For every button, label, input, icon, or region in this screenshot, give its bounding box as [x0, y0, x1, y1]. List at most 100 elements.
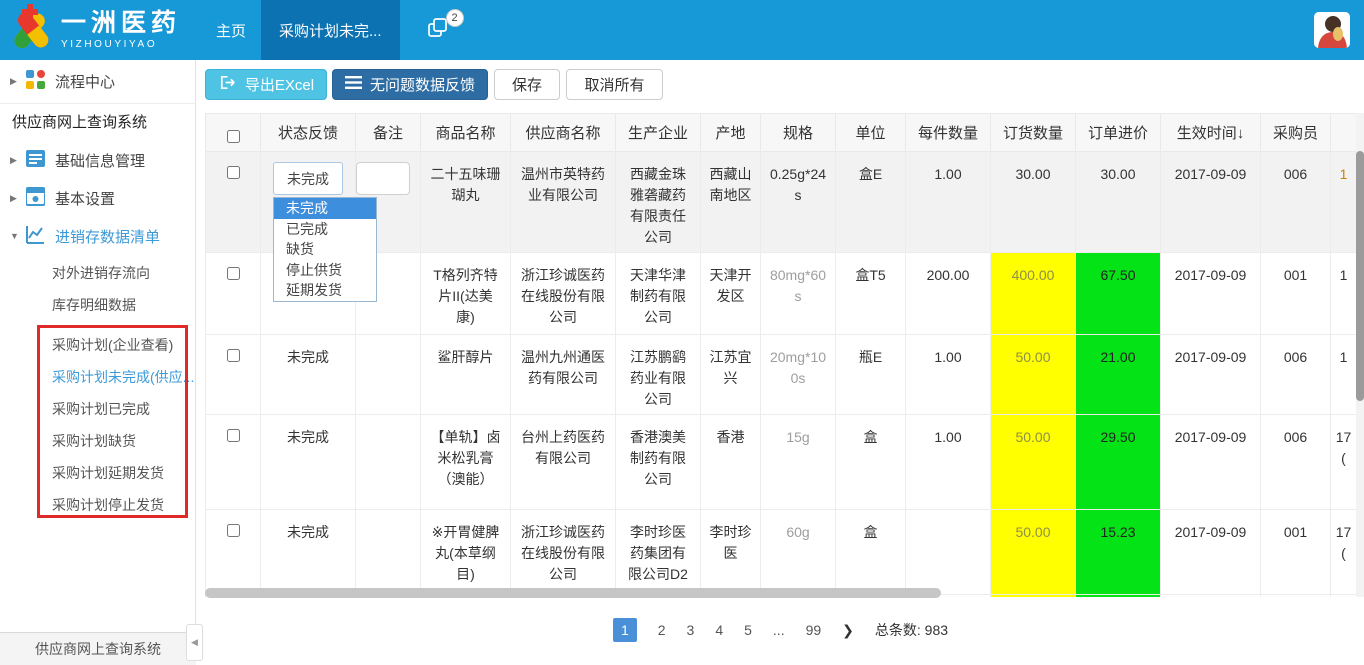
- page-button[interactable]: 1: [613, 618, 637, 642]
- row-checkbox[interactable]: [227, 524, 240, 537]
- cell-spec: 15g: [761, 415, 836, 510]
- sidebar-subitem[interactable]: 采购计划延期发货: [0, 457, 195, 489]
- export-icon: [218, 73, 237, 96]
- cell-per-qty: 1.00: [906, 415, 991, 510]
- column-header[interactable]: 订单进价: [1076, 114, 1161, 152]
- sidebar-subitem[interactable]: 采购计划未完成(供应...: [0, 361, 195, 393]
- sidebar-item-basic-info[interactable]: ▶ 基础信息管理: [0, 140, 195, 180]
- remark-input[interactable]: [356, 162, 410, 195]
- cell-order-price: 15.23: [1076, 510, 1161, 595]
- column-header[interactable]: 状态反馈: [261, 114, 356, 152]
- cell-order-qty: 30.00: [991, 152, 1076, 253]
- status-dropdown-option[interactable]: 停止供货: [274, 260, 376, 281]
- cell-product-name: 鲨肝醇片: [421, 335, 511, 415]
- sidebar-subitem[interactable]: 库存明细数据: [0, 289, 195, 321]
- windows-count-badge: 2: [446, 9, 464, 27]
- cell-unit: 盒: [836, 510, 906, 595]
- status-dropdown-option[interactable]: 延期发货: [274, 280, 376, 301]
- column-header[interactable]: 备注: [356, 114, 421, 152]
- sidebar-subitem[interactable]: 对外进销存流向: [0, 257, 195, 289]
- cell-buyer: 006: [1261, 335, 1331, 415]
- row-checkbox[interactable]: [227, 349, 240, 362]
- cell-buyer: 001: [1261, 595, 1331, 598]
- cell-status-feedback: 未完成: [261, 510, 356, 595]
- cell-spec: 80mg*60s: [761, 253, 836, 335]
- cell-manufacturer: 江苏鹏鹞药业有限公司: [616, 335, 701, 415]
- status-dropdown-option[interactable]: 未完成: [274, 198, 376, 219]
- sidebar-subitem[interactable]: 采购计划缺货: [0, 425, 195, 457]
- cell-manufacturer: 香港澳美制药有限公司: [616, 415, 701, 510]
- chevron-right-icon: ▶: [10, 193, 26, 204]
- column-header[interactable]: 生产企业: [616, 114, 701, 152]
- page-button[interactable]: 3: [687, 622, 695, 638]
- column-header[interactable]: 订货数量: [991, 114, 1076, 152]
- sidebar-subitem[interactable]: 采购计划(企业查看): [0, 329, 195, 361]
- top-bar: 一洲医药 YIZHOUYIYAO 主页 采购计划未完... 2: [0, 0, 1364, 60]
- page-button[interactable]: 2: [658, 622, 666, 638]
- colored-grid-icon: [26, 70, 45, 93]
- sidebar-item-label: 基础信息管理: [55, 150, 145, 171]
- sidebar-footer: 供应商网上查询系统: [0, 632, 196, 665]
- column-header[interactable]: 商品名称: [421, 114, 511, 152]
- save-button[interactable]: 保存: [494, 69, 560, 100]
- column-header[interactable]: 每件数量: [906, 114, 991, 152]
- next-page-button[interactable]: ❯: [842, 622, 854, 639]
- select-all-checkbox[interactable]: [227, 130, 240, 143]
- header-checkbox-cell: [206, 114, 261, 152]
- page-button[interactable]: 5: [744, 622, 752, 638]
- cell-order-price: 20.40: [1076, 595, 1161, 598]
- column-header[interactable]: 单位: [836, 114, 906, 152]
- cell-extra-cut: 17 (: [1331, 415, 1357, 510]
- cell-per-qty: 200.00: [906, 253, 991, 335]
- brand-title: 一洲医药: [61, 11, 181, 36]
- brand-subtitle: YIZHOUYIYAO: [61, 39, 181, 50]
- column-header[interactable]: 生效时间↓: [1161, 114, 1261, 152]
- sidebar-item-inventory-data-list[interactable]: ▼ 进销存数据清单: [0, 216, 195, 256]
- status-feedback-select[interactable]: 未完成: [273, 162, 343, 195]
- column-header[interactable]: 供应商名称: [511, 114, 616, 152]
- cell-status-feedback: 未完成: [261, 335, 356, 415]
- sidebar-subitem[interactable]: 采购计划停止发货: [0, 489, 195, 521]
- cell-effective-date: 2017-09-09: [1161, 152, 1261, 253]
- sidebar-item-basic-settings[interactable]: ▶ 基本设置: [0, 178, 195, 218]
- cell-origin: 李时珍医: [701, 510, 761, 595]
- status-dropdown-option[interactable]: 缺货: [274, 239, 376, 260]
- row-checkbox[interactable]: [227, 429, 240, 442]
- open-windows-button[interactable]: 2: [400, 0, 476, 60]
- no-issue-feedback-button[interactable]: 无问题数据反馈: [332, 69, 488, 100]
- status-dropdown-option[interactable]: 已完成: [274, 219, 376, 240]
- row-checkbox[interactable]: [227, 166, 240, 179]
- column-header[interactable]: 产地: [701, 114, 761, 152]
- page-button[interactable]: 4: [715, 622, 723, 638]
- export-excel-button[interactable]: 导出EXcel: [205, 69, 327, 100]
- page-button[interactable]: 99: [806, 622, 822, 638]
- user-avatar[interactable]: [1314, 12, 1350, 48]
- row-checkbox-cell: [206, 510, 261, 595]
- horizontal-scrollbar-thumb[interactable]: [205, 588, 941, 598]
- cancel-all-button[interactable]: 取消所有: [566, 69, 663, 100]
- brand-logo: 一洲医药 YIZHOUYIYAO: [0, 0, 196, 60]
- sidebar-submenu: 对外进销存流向库存明细数据采购计划(企业查看)采购计划未完成(供应...采购计划…: [0, 257, 195, 521]
- sidebar-item-process-center[interactable]: ▶ 流程中心: [0, 60, 195, 103]
- cell-origin: 香港: [701, 415, 761, 510]
- tab-home[interactable]: 主页: [201, 0, 261, 60]
- vertical-scrollbar-thumb[interactable]: [1356, 151, 1364, 401]
- pills-logo-icon: [8, 4, 54, 57]
- cell-order-qty: 50.00: [991, 415, 1076, 510]
- cell-effective-date: 2017-09-09: [1161, 335, 1261, 415]
- cell-extra-cut: 1: [1331, 595, 1357, 598]
- column-header[interactable]: 规格: [761, 114, 836, 152]
- sidebar-collapse-handle[interactable]: ◀: [186, 624, 203, 661]
- cell-status-feedback: 未完成: [261, 415, 356, 510]
- chevron-right-icon: ▶: [10, 76, 26, 87]
- row-checkbox-cell: [206, 152, 261, 253]
- row-checkbox[interactable]: [227, 267, 240, 280]
- sidebar-section-title: 供应商网上查询系统: [12, 108, 147, 138]
- cell-effective-date: 2017-09-0: [1161, 595, 1261, 598]
- cell-buyer: 001: [1261, 510, 1331, 595]
- tab-purchase-plan-unfinished[interactable]: 采购计划未完...: [261, 0, 400, 60]
- sidebar-subitem[interactable]: 采购计划已完成: [0, 393, 195, 425]
- cell-spec: 20mg*100s: [761, 335, 836, 415]
- column-header[interactable]: 采购员: [1261, 114, 1331, 152]
- cell-product-name: 【单轨】卤米松乳膏（澳能）: [421, 415, 511, 510]
